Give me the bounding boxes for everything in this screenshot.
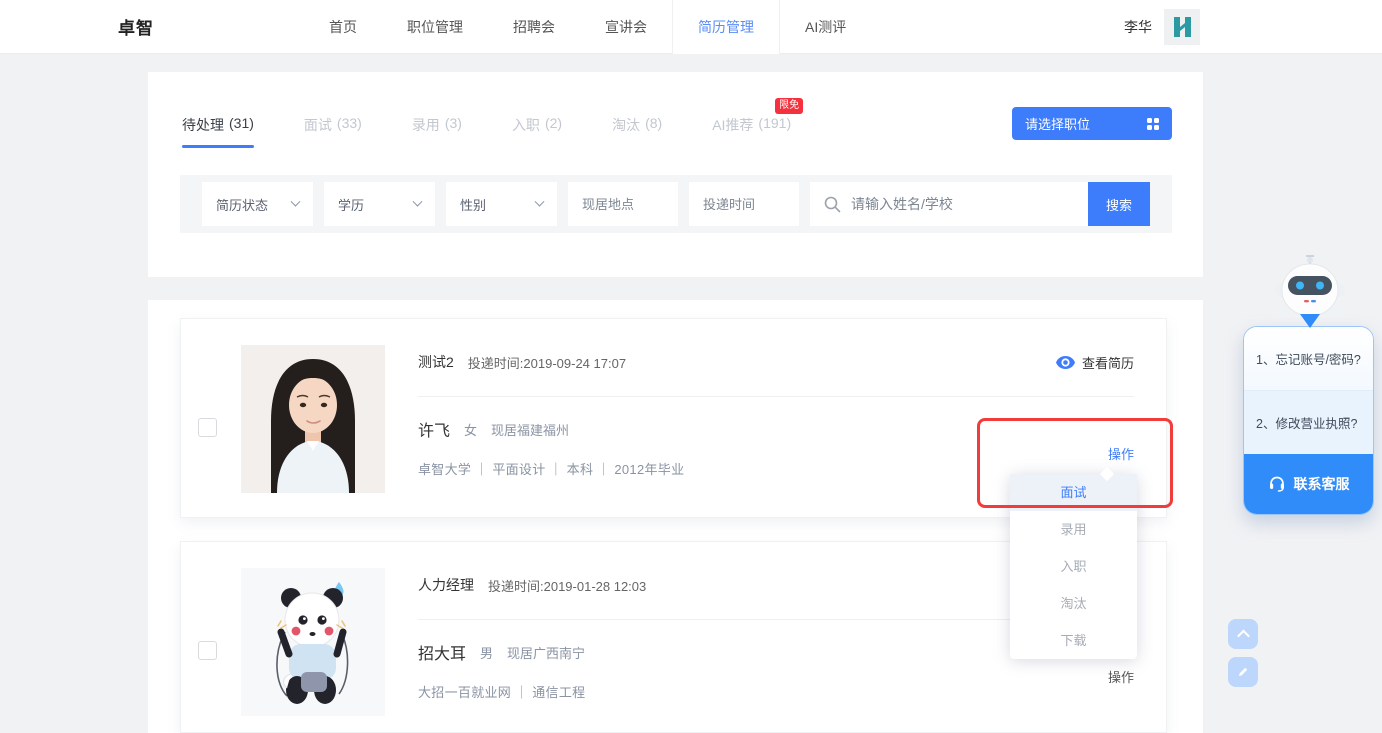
search-input[interactable] xyxy=(841,182,1088,226)
menu-item-hire[interactable]: 录用 xyxy=(1010,511,1137,548)
tab-ai-recommend[interactable]: AI推荐(191) 限免 xyxy=(712,115,791,148)
job-select-button[interactable]: 请选择职位 xyxy=(1012,107,1172,140)
divider xyxy=(418,396,1134,397)
teal-h-glyph xyxy=(1170,15,1194,39)
select-checkbox[interactable] xyxy=(198,641,217,660)
pencil-icon xyxy=(1237,666,1249,678)
eye-icon xyxy=(1056,356,1075,369)
tab-hired[interactable]: 录用(3) xyxy=(412,115,462,148)
search-button[interactable]: 搜索 xyxy=(1088,182,1150,226)
action-link[interactable]: 操作 xyxy=(1108,444,1134,463)
brand-logo[interactable]: 卓智 xyxy=(118,14,154,39)
select-checkbox[interactable] xyxy=(198,418,217,437)
candidate-education: 卓智大学 ｜ 平面设计 ｜ 本科 ｜ 2012年毕业 xyxy=(418,459,684,478)
apply-time: 投递时间:2019-01-28 12:03 xyxy=(488,576,646,595)
applied-job-title: 测试2 xyxy=(418,352,454,372)
tab-interview[interactable]: 面试(33) xyxy=(304,115,362,148)
filter-bar: 简历状态 学历 性别 搜索 xyxy=(180,175,1172,233)
nav-item-jobfair[interactable]: 招聘会 xyxy=(488,0,580,53)
company-logo-icon[interactable] xyxy=(1164,9,1200,45)
faq-item-business-license[interactable]: 2、修改营业执照? xyxy=(1244,391,1373,454)
candidate-photo xyxy=(241,345,385,493)
filter-apply-time-input[interactable] xyxy=(689,182,799,226)
candidate-gender: 男 xyxy=(480,643,493,662)
filter-resume-status-select[interactable]: 简历状态 xyxy=(202,182,313,226)
free-trial-badge: 限免 xyxy=(775,98,803,114)
chevron-down-icon xyxy=(535,196,545,206)
chevron-up-icon xyxy=(1237,629,1250,642)
service-robot-mascot xyxy=(1268,252,1352,332)
menu-item-onboard[interactable]: 入职 xyxy=(1010,548,1137,585)
candidate-education: 大招一百就业网 ｜ 通信工程 xyxy=(418,682,585,701)
woman-portrait-image xyxy=(241,345,385,493)
search-icon xyxy=(824,196,841,213)
view-resume-link[interactable]: 查看简历 xyxy=(1056,353,1134,372)
grid-icon xyxy=(1147,118,1159,130)
chevron-down-icon xyxy=(291,196,301,206)
filter-gender-select[interactable]: 性别 xyxy=(446,182,557,226)
candidate-location: 现居广西南宁 xyxy=(507,643,585,662)
apply-time: 投递时间:2019-09-24 17:07 xyxy=(468,353,626,372)
tab-eliminated[interactable]: 淘汰(8) xyxy=(612,115,662,148)
action-dropdown-menu: 面试 录用 入职 淘汰 下载 xyxy=(1010,474,1137,659)
candidate-gender: 女 xyxy=(464,420,477,439)
candidate-name: 招大耳 xyxy=(418,640,466,664)
action-link[interactable]: 操作 xyxy=(1108,667,1134,686)
menu-item-eliminate[interactable]: 淘汰 xyxy=(1010,585,1137,622)
candidate-location: 现居福建福州 xyxy=(491,420,569,439)
tab-onboarded[interactable]: 入职(2) xyxy=(512,115,562,148)
back-to-top-button[interactable] xyxy=(1228,619,1258,649)
nav-right: 李华 xyxy=(1124,0,1200,53)
panda-avatar-image xyxy=(241,568,385,716)
nav-item-campus-talk[interactable]: 宣讲会 xyxy=(580,0,672,53)
nav-item-ai-assessment[interactable]: AI测评 xyxy=(780,0,871,53)
menu-item-interview[interactable]: 面试 xyxy=(1010,474,1137,511)
nav-item-resume-management[interactable]: 简历管理 xyxy=(672,0,780,54)
feedback-button[interactable] xyxy=(1228,657,1258,687)
status-tabs: 待处理(31) 面试(33) 录用(3) 入职(2) 淘汰(8) AI推荐(19… xyxy=(182,115,791,148)
tab-pending[interactable]: 待处理(31) xyxy=(182,115,254,148)
user-name[interactable]: 李华 xyxy=(1124,17,1152,37)
headset-icon xyxy=(1268,475,1286,493)
filter-education-select[interactable]: 学历 xyxy=(324,182,435,226)
contact-support-button[interactable]: 联系客服 xyxy=(1244,454,1373,514)
filter-location-input[interactable] xyxy=(568,182,678,226)
search-group: 搜索 xyxy=(810,182,1150,226)
customer-service-widget: 1、忘记账号/密码? 2、修改营业执照? 联系客服 xyxy=(1243,326,1374,515)
candidate-name: 许飞 xyxy=(418,417,450,441)
applied-job-title: 人力经理 xyxy=(418,575,474,595)
chevron-down-icon xyxy=(413,196,423,206)
menu-item-download[interactable]: 下载 xyxy=(1010,622,1137,659)
nav-item-jobs[interactable]: 职位管理 xyxy=(382,0,488,53)
candidate-photo xyxy=(241,568,385,716)
top-nav: 卓智 首页 职位管理 招聘会 宣讲会 简历管理 AI测评 李华 xyxy=(0,0,1382,54)
nav-item-home[interactable]: 首页 xyxy=(304,0,382,53)
faq-item-forgot-password[interactable]: 1、忘记账号/密码? xyxy=(1244,327,1373,391)
nav-menu: 首页 职位管理 招聘会 宣讲会 简历管理 AI测评 xyxy=(304,0,871,53)
resume-toolbar-panel: 待处理(31) 面试(33) 录用(3) 入职(2) 淘汰(8) AI推荐(19… xyxy=(148,72,1203,277)
